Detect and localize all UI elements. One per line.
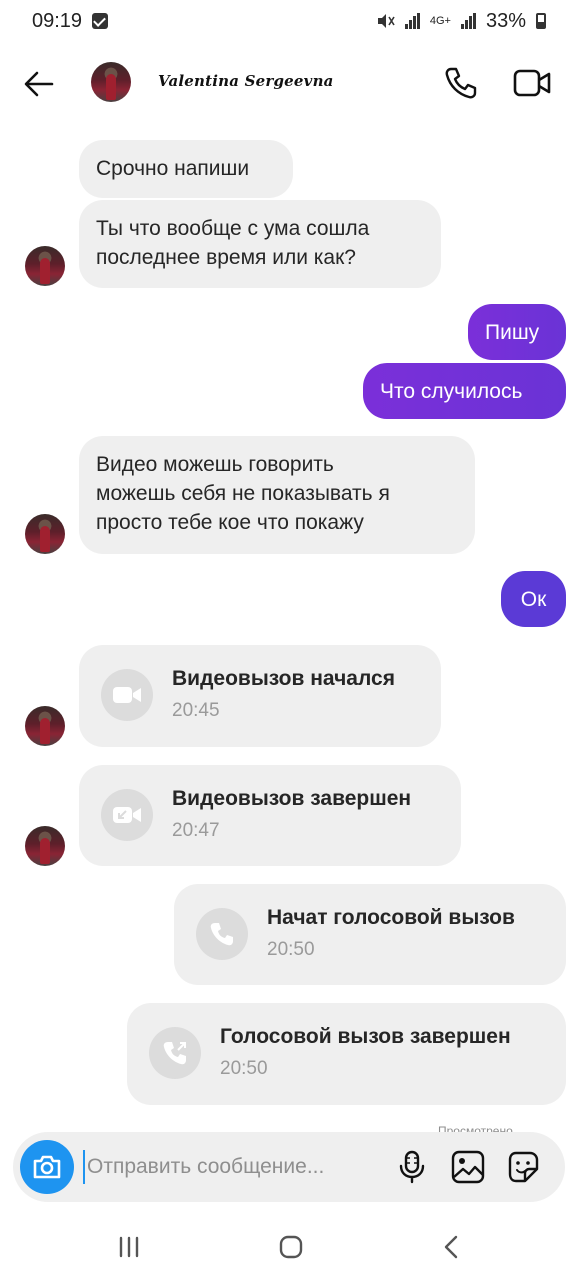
battery-icon — [536, 13, 546, 29]
message-composer — [13, 1132, 565, 1202]
call-title: Видеовызов завершен — [172, 787, 412, 810]
message-text: Что случилось — [380, 380, 523, 403]
message-text: Срочно напиши — [96, 157, 250, 180]
signal-icon-2 — [460, 13, 476, 29]
video-call-ended-icon — [101, 789, 153, 841]
message-input[interactable] — [83, 1150, 373, 1184]
message-line: Видео можешь говорить — [96, 453, 334, 476]
call-card-voice-started[interactable]: Начат голосовой вызов 20:50 — [174, 884, 566, 985]
phone-call-ended-icon — [149, 1027, 201, 1079]
message-outgoing[interactable]: Что случилось — [363, 363, 566, 419]
status-left: 09:19 — [32, 9, 109, 33]
message-line: можешь себя не показывать я — [96, 482, 390, 505]
call-time: 20:50 — [220, 1058, 268, 1079]
seen-indicator: Просмотрено — [438, 1124, 513, 1132]
message-line: последнее время или как? — [96, 246, 356, 269]
camera-icon — [33, 1155, 61, 1179]
message-incoming[interactable]: Ты что вообще с ума сошла последнее врем… — [79, 200, 441, 288]
sender-avatar[interactable] — [25, 706, 65, 746]
status-right: 4G+ 33% — [375, 10, 546, 33]
phone-icon[interactable] — [442, 64, 480, 102]
mute-vibrate-icon — [377, 14, 395, 28]
camera-button[interactable] — [20, 1140, 74, 1194]
contact-name[interactable]: Valentina Sergeevna — [158, 72, 334, 90]
message-text: Ок — [520, 588, 547, 611]
notification-icon — [92, 13, 109, 29]
message-line: Ты что вообще с ума сошла — [96, 217, 370, 240]
battery-percent: 33% — [485, 9, 526, 32]
header-avatar[interactable] — [91, 62, 131, 102]
message-text: Пишу — [485, 321, 540, 344]
sender-avatar[interactable] — [25, 514, 65, 554]
back-arrow-icon[interactable] — [22, 67, 56, 101]
nav-back-icon[interactable] — [440, 1234, 462, 1260]
message-line: просто тебе кое что покажу — [96, 511, 364, 534]
call-time: 20:47 — [172, 820, 220, 841]
chat-header: Valentina Sergeevna — [0, 50, 576, 116]
sender-avatar[interactable] — [25, 246, 65, 286]
message-incoming[interactable]: Срочно напиши — [79, 140, 293, 198]
call-card-voice-ended[interactable]: Голосовой вызов завершен 20:50 — [127, 1003, 566, 1105]
sender-avatar[interactable] — [25, 826, 65, 866]
message-outgoing[interactable]: Пишу — [468, 304, 566, 360]
video-call-icon — [101, 669, 153, 721]
sticker-icon[interactable] — [506, 1150, 540, 1184]
status-time: 09:19 — [32, 9, 83, 32]
message-outgoing[interactable]: Ок — [501, 571, 566, 627]
call-card-video-started[interactable]: Видеовызов начался 20:45 — [79, 645, 441, 747]
phone-call-icon — [196, 908, 248, 960]
home-icon[interactable] — [278, 1234, 304, 1260]
message-incoming[interactable]: Видео можешь говорить можешь себя не пок… — [79, 436, 475, 554]
signal-icon — [404, 13, 420, 29]
call-title: Начат голосовой вызов — [267, 906, 515, 929]
recent-apps-icon[interactable] — [116, 1236, 142, 1258]
call-title: Видеовызов начался — [172, 667, 395, 690]
network-type: 4G+ — [429, 15, 451, 27]
call-title: Голосовой вызов завершен — [220, 1025, 511, 1048]
gallery-icon[interactable] — [451, 1150, 485, 1184]
system-nav-bar — [0, 1214, 576, 1280]
microphone-icon[interactable] — [397, 1150, 427, 1184]
call-time: 20:45 — [172, 700, 220, 721]
status-bar: 09:19 4G+ 33% — [0, 0, 576, 42]
call-time: 20:50 — [267, 939, 315, 960]
call-card-video-ended[interactable]: Видеовызов завершен 20:47 — [79, 765, 461, 866]
video-camera-icon[interactable] — [512, 64, 552, 102]
